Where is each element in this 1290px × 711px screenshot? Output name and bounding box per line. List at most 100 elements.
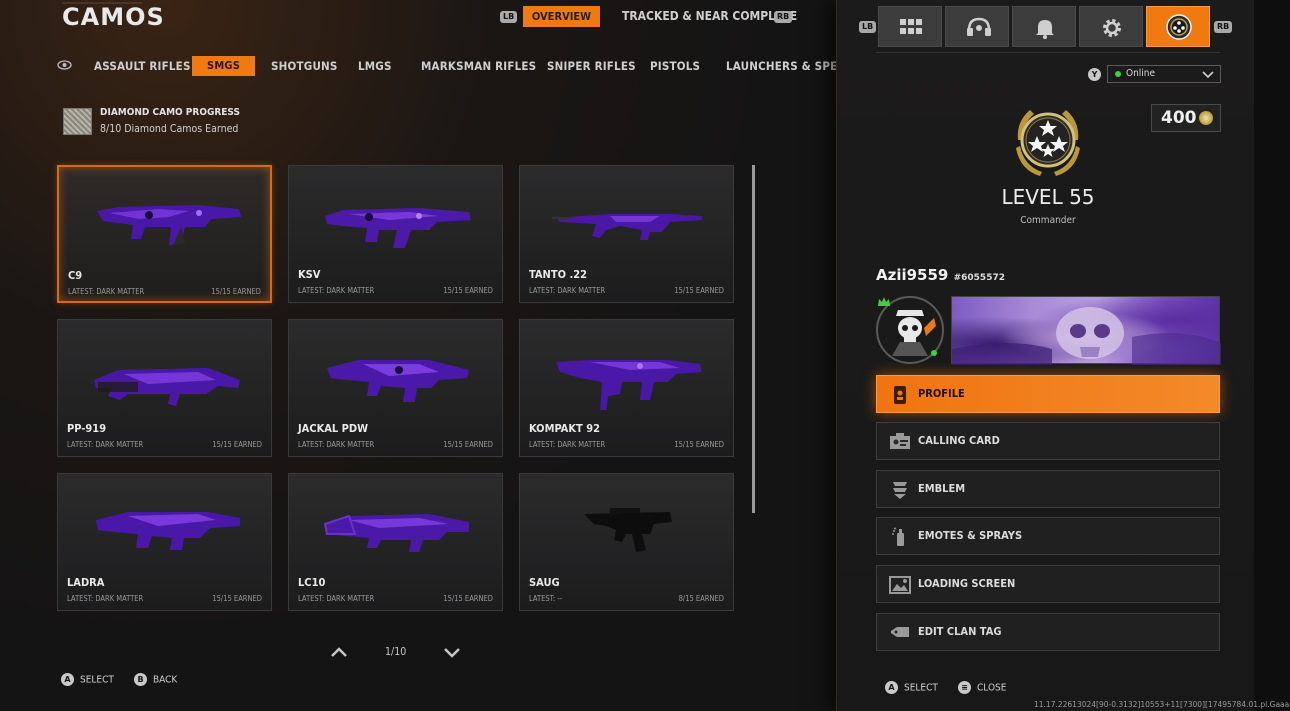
cod-points[interactable]: 400 [1151, 104, 1221, 132]
weapon-card-kompakt-92[interactable]: KOMPAKT 92 LATEST: DARK MATTER 15/15 EAR… [519, 319, 734, 457]
profile-button[interactable] [1146, 6, 1210, 47]
select-label: SELECT [904, 682, 938, 694]
latest-camo: LATEST: DARK MATTER [298, 440, 375, 449]
bell-icon [1036, 20, 1054, 39]
smg-image [323, 514, 469, 552]
rank-emblem-icon [1016, 110, 1080, 176]
weapon-name: KOMPAKT 92 [529, 422, 600, 435]
gear-icon [1103, 19, 1121, 37]
chevron-down-icon [1202, 71, 1214, 79]
back-prompt[interactable]: B BACK [134, 673, 177, 686]
category-assault-rifles[interactable]: ASSAULT RIFLES [94, 56, 191, 76]
b-button-icon: B [134, 673, 147, 686]
weapon-card-saug[interactable]: SAUG LATEST: -- 8/15 EARNED [519, 473, 734, 611]
cod-points-icon [1199, 111, 1213, 125]
clan-tag-icon [891, 627, 909, 637]
menu-label: EMOTES & SPRAYS [918, 529, 1023, 542]
weapon-name: TANTO .22 [529, 268, 587, 281]
latest-camo: LATEST: DARK MATTER [68, 287, 145, 296]
latest-camo: LATEST: DARK MATTER [67, 440, 144, 449]
category-smgs[interactable]: SMGS [192, 56, 256, 76]
camos-earned: 15/15 EARNED [212, 440, 262, 449]
menu-calling-card[interactable]: CALLING CARD [876, 422, 1220, 460]
menu-profile[interactable]: PROFILE [876, 375, 1220, 413]
menu-emotes-sprays[interactable]: EMOTES & SPRAYS [876, 517, 1220, 555]
image-icon [889, 576, 911, 594]
calling-card-icon [890, 433, 910, 449]
tab-overview[interactable]: OVERVIEW [523, 6, 600, 27]
weapon-card-lc10[interactable]: LC10 LATEST: DARK MATTER 15/15 EARNED [288, 473, 503, 611]
page-indicator: 1/10 [385, 646, 407, 658]
weapon-card-ksv[interactable]: KSV LATEST: DARK MATTER 15/15 EARNED [288, 165, 503, 303]
latest-camo: LATEST: DARK MATTER [529, 440, 606, 449]
latest-camo: LATEST: DARK MATTER [529, 286, 606, 295]
camos-earned: 15/15 EARNED [212, 594, 262, 603]
menu-loading-screen[interactable]: LOADING SCREEN [876, 565, 1220, 603]
chevron-up-icon[interactable] [330, 646, 348, 658]
social-button[interactable] [945, 6, 1009, 47]
menu-emblem[interactable]: EMBLEM [876, 470, 1220, 508]
menu-edit-clan-tag[interactable]: EDIT CLAN TAG [876, 613, 1220, 651]
menu-label: CALLING CARD [918, 434, 1000, 447]
camos-earned: 15/15 EARNED [443, 440, 493, 449]
smg-image [94, 368, 240, 406]
weapon-name: SAUG [529, 576, 560, 589]
weapon-name: LADRA [67, 576, 105, 589]
smg-image [327, 360, 469, 402]
close-label: CLOSE [977, 682, 1007, 694]
build-info: 11.17.22613024[90-0.3132]10553+11[7300][… [1034, 700, 1290, 709]
chevron-down-icon[interactable] [443, 646, 461, 658]
category-lmgs[interactable]: LMGS [358, 56, 392, 76]
calling-card-image[interactable] [951, 296, 1221, 365]
select-prompt[interactable]: A SELECT [61, 673, 114, 686]
latest-camo: LATEST: -- [529, 594, 563, 603]
rank-badge-icon [1166, 14, 1192, 40]
menu-button-icon: ≡ [958, 681, 971, 694]
online-status-dropdown[interactable]: Online [1107, 65, 1221, 83]
spray-can-icon [892, 527, 904, 546]
back-label: BACK [153, 674, 178, 686]
lb-bumper-icon: LB [500, 11, 518, 23]
skull-calling-card-art [952, 307, 1221, 365]
smg-image [96, 512, 240, 550]
weapon-card-pp-919[interactable]: PP-919 LATEST: DARK MATTER 15/15 EARNED [57, 319, 272, 457]
camos-earned: 15/15 EARNED [443, 594, 493, 603]
weapon-name: JACKAL PDW [298, 422, 369, 435]
divider [876, 52, 1220, 53]
rb-bumper-icon: RB [1214, 21, 1233, 33]
gamertag-name: Azii9559 [876, 266, 949, 284]
category-pistols[interactable]: PISTOLS [650, 56, 700, 76]
rb-bumper-icon: RB [774, 11, 793, 23]
category-sniper-rifles[interactable]: SNIPER RIFLES [547, 56, 636, 76]
weapon-card-jackal-pdw[interactable]: JACKAL PDW LATEST: DARK MATTER 15/15 EAR… [288, 319, 503, 457]
weapon-card-tanto-22[interactable]: TANTO .22 LATEST: DARK MATTER 15/15 EARN… [519, 165, 734, 303]
grid-menu-button[interactable] [878, 6, 942, 47]
lb-bumper-icon: LB [859, 21, 877, 33]
notifications-button[interactable] [1012, 6, 1076, 47]
menu-label: EDIT CLAN TAG [918, 625, 1002, 638]
smg-image [325, 208, 471, 248]
select-prompt[interactable]: A SELECT [885, 681, 938, 694]
tab-tracked-near-complete[interactable]: TRACKED & NEAR COMPLETE [622, 6, 797, 27]
page-title: CAMOS [62, 3, 165, 31]
eye-icon[interactable] [57, 59, 72, 71]
online-dot-icon [1115, 71, 1121, 77]
weapon-card-ladra[interactable]: LADRA LATEST: DARK MATTER 15/15 EARNED [57, 473, 272, 611]
close-prompt[interactable]: ≡ CLOSE [958, 681, 1006, 694]
smg-image [552, 214, 702, 240]
menu-label: LOADING SCREEN [918, 577, 1016, 590]
weapon-name: KSV [298, 268, 321, 281]
status-value: Online [1126, 68, 1156, 79]
category-shotguns[interactable]: SHOTGUNS [271, 56, 338, 76]
smg-image [584, 508, 672, 552]
menu-label: PROFILE [918, 387, 965, 400]
y-button-icon: Y [1088, 68, 1101, 81]
category-marksman-rifles[interactable]: MARKSMAN RIFLES [421, 56, 536, 76]
camos-earned: 15/15 EARNED [674, 286, 724, 295]
grid-scrollbar[interactable] [752, 165, 755, 513]
emblem-icon [893, 482, 907, 499]
weapon-name: PP-919 [67, 422, 107, 435]
latest-camo: LATEST: DARK MATTER [67, 594, 144, 603]
weapon-card-c9[interactable]: C9 LATEST: DARK MATTER 15/15 EARNED [57, 165, 272, 303]
settings-button[interactable] [1079, 6, 1143, 47]
